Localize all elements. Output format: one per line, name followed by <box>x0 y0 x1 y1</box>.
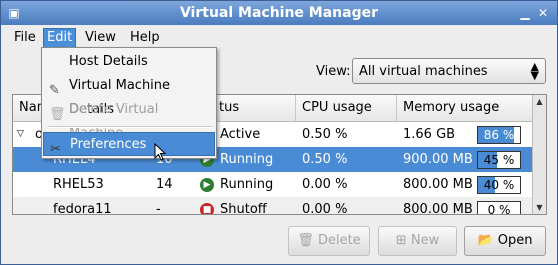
new-vm-icon: ⊞ <box>395 233 407 248</box>
memory-bar: 45 % <box>477 151 521 169</box>
vm-memory: 900.00 MB <box>403 152 473 167</box>
preferences-icon: ✂ <box>50 142 61 157</box>
vm-name: RHEL53 <box>53 177 104 192</box>
column-header-cpu[interactable]: CPU usage <box>296 95 397 121</box>
menu-view[interactable]: View <box>82 29 119 47</box>
memory-bar: 86 % <box>477 126 521 144</box>
menu-bar: File Edit View Help <box>1 25 557 49</box>
vm-memory: 800.00 MB <box>403 202 473 215</box>
vm-id: 14 <box>156 177 173 192</box>
menu-item-preferences[interactable]: ✂ Preferences <box>43 132 215 157</box>
view-filter-select[interactable]: All virtual machines ▲ ▼ <box>352 58 546 84</box>
app-window: ▣ Virtual Machine Manager ▁ ✕ File Edit … <box>0 0 558 265</box>
table-row[interactable]: RHEL53 14 ▶ Running 0.00 % 800.00 MB 40 … <box>13 172 532 197</box>
vm-status: Shutoff <box>220 202 267 215</box>
view-filter-label: View: <box>316 64 351 79</box>
close-icon[interactable]: ✕ <box>536 6 550 20</box>
scroll-down-icon[interactable]: ▼ <box>533 201 546 214</box>
title-bar[interactable]: ▣ Virtual Machine Manager ▁ ✕ <box>1 1 557 25</box>
delete-button[interactable]: 🗑 Delete <box>288 226 370 256</box>
folder-icon: 📂 <box>477 233 494 248</box>
trash-icon: 🗑 <box>297 233 314 248</box>
open-button[interactable]: 📂 Open <box>464 226 546 256</box>
vm-cpu: 0.50 % <box>302 127 348 142</box>
scroll-up-icon[interactable]: ▲ <box>533 95 546 108</box>
memory-bar: 40 % <box>477 176 521 194</box>
column-header-memory[interactable]: Memory usage <box>397 95 533 121</box>
vm-memory: 800.00 MB <box>403 177 473 192</box>
vm-cpu: 0.50 % <box>302 152 348 167</box>
menu-item-vm-details[interactable]: ✎ Virtual Machine Details <box>43 74 215 117</box>
memory-bar: 0 % <box>477 201 521 214</box>
view-filter-value: All virtual machines <box>359 64 488 79</box>
expander-icon[interactable]: ▽ <box>17 122 24 147</box>
wrench-icon: ✎ <box>49 83 60 98</box>
vm-memory: 1.66 GB <box>403 127 456 142</box>
minimize-icon[interactable]: ▁ <box>518 6 532 20</box>
menu-edit[interactable]: Edit <box>43 28 77 48</box>
mouse-cursor-icon <box>154 143 166 161</box>
shutoff-icon: ■ <box>200 203 214 214</box>
vertical-scrollbar[interactable]: ▲ ▼ <box>532 95 546 214</box>
window-title: Virtual Machine Manager <box>179 5 379 21</box>
menu-item-host-details[interactable]: Host Details <box>43 50 215 74</box>
edit-menu-dropdown: Host Details ✎ Virtual Machine Details 🗑… <box>41 47 217 159</box>
table-row[interactable]: fedora11 - ■ Shutoff 0.00 % 800.00 MB 0 … <box>13 197 532 215</box>
new-button[interactable]: ⊞ New <box>378 226 457 256</box>
menu-item-delete-vm[interactable]: 🗑 Delete Virtual Machine <box>43 98 215 141</box>
vm-status: Active <box>220 127 261 142</box>
menu-help[interactable]: Help <box>127 29 163 47</box>
trash-icon: 🗑 <box>49 107 66 122</box>
menu-separator <box>48 126 212 128</box>
vm-id: - <box>156 202 161 215</box>
vm-cpu: 0.00 % <box>302 202 348 215</box>
vm-status: Running <box>220 177 274 192</box>
vm-status: Running <box>220 152 274 167</box>
vm-cpu: 0.00 % <box>302 177 348 192</box>
menu-file[interactable]: File <box>11 29 39 47</box>
combo-arrows-icon: ▲ ▼ <box>530 60 539 82</box>
vm-name: fedora11 <box>53 202 112 215</box>
running-icon: ▶ <box>200 178 214 192</box>
